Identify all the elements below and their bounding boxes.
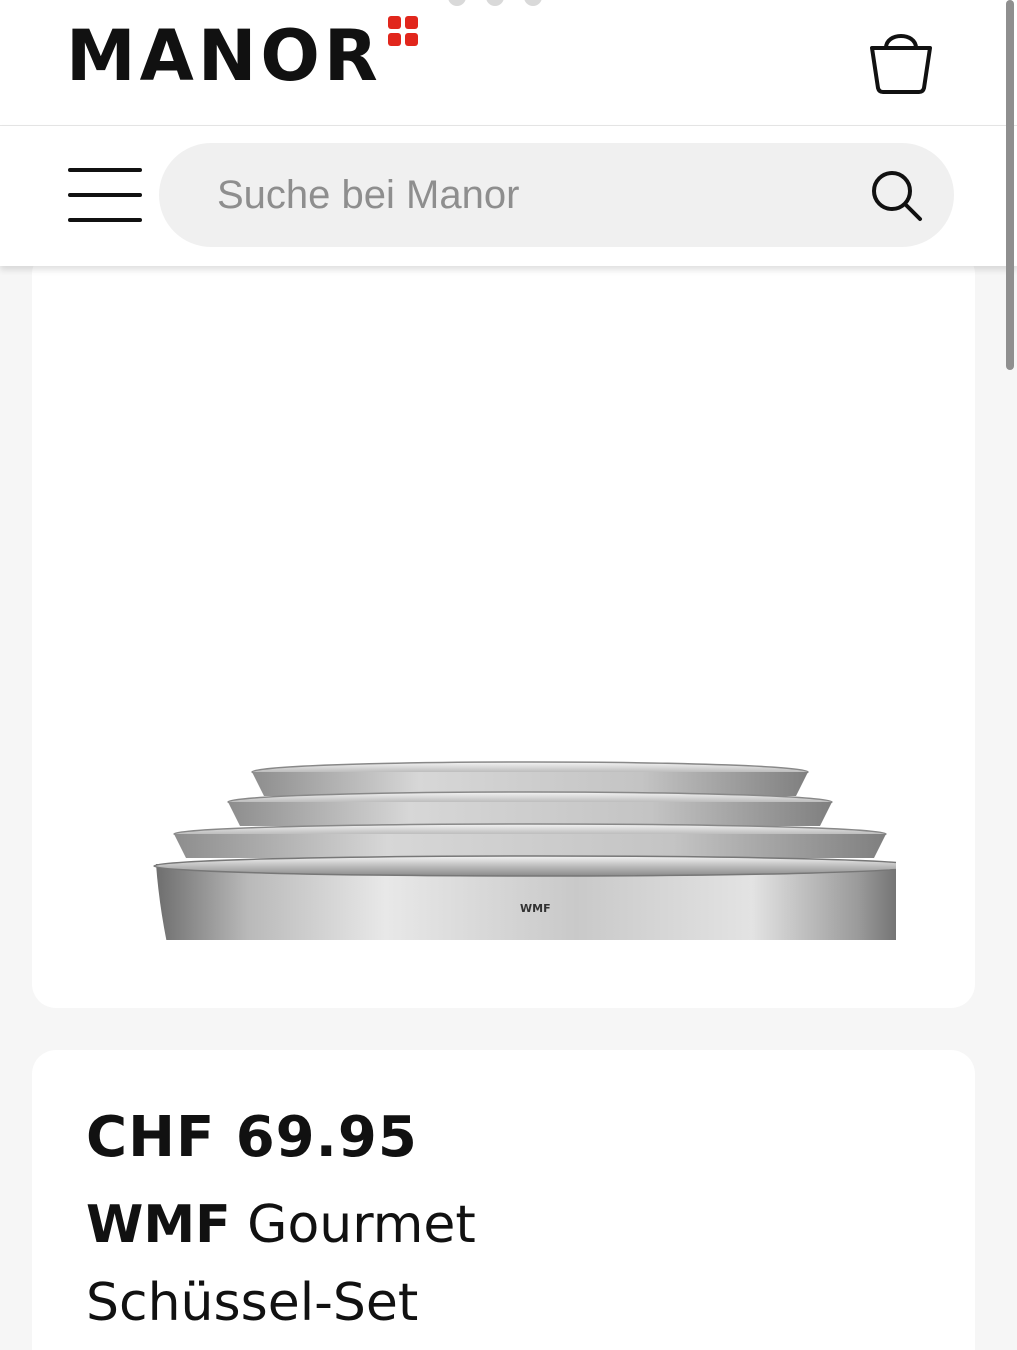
search-row	[0, 126, 1017, 266]
pagination-dots	[448, 0, 542, 6]
top-header: MANOR	[0, 0, 1017, 126]
wmf-mark: WMF	[520, 902, 551, 915]
product-page: MANOR Suche bei Manor WMF CHF 69.95 WMF …	[0, 0, 1017, 1350]
product-brand: WMF	[86, 1195, 231, 1255]
hamburger-menu-icon[interactable]	[68, 168, 144, 224]
product-info-card: CHF 69.95 WMF Gourmet Schüssel-Set	[32, 1050, 975, 1350]
product-name-line1: Gourmet	[247, 1195, 476, 1255]
product-price: CHF 69.95	[86, 1105, 418, 1170]
shopping-bag-icon[interactable]	[866, 24, 936, 96]
dot	[448, 0, 466, 6]
product-title[interactable]: WMF Gourmet Schüssel-Set	[86, 1186, 686, 1342]
manor-logo[interactable]: MANOR	[66, 15, 420, 97]
product-name-line2: Schüssel-Set	[86, 1273, 419, 1333]
logo-text: MANOR	[66, 15, 382, 97]
search-bar[interactable]	[159, 143, 954, 247]
product-image-card[interactable]: WMF	[32, 250, 975, 1008]
bowl-set-image: WMF	[153, 761, 896, 940]
search-input[interactable]	[215, 164, 819, 226]
dot	[524, 0, 542, 6]
scrollbar[interactable]	[1006, 0, 1014, 370]
logo-mark-icon	[387, 16, 420, 48]
search-icon[interactable]	[870, 169, 924, 223]
dot	[486, 0, 504, 6]
